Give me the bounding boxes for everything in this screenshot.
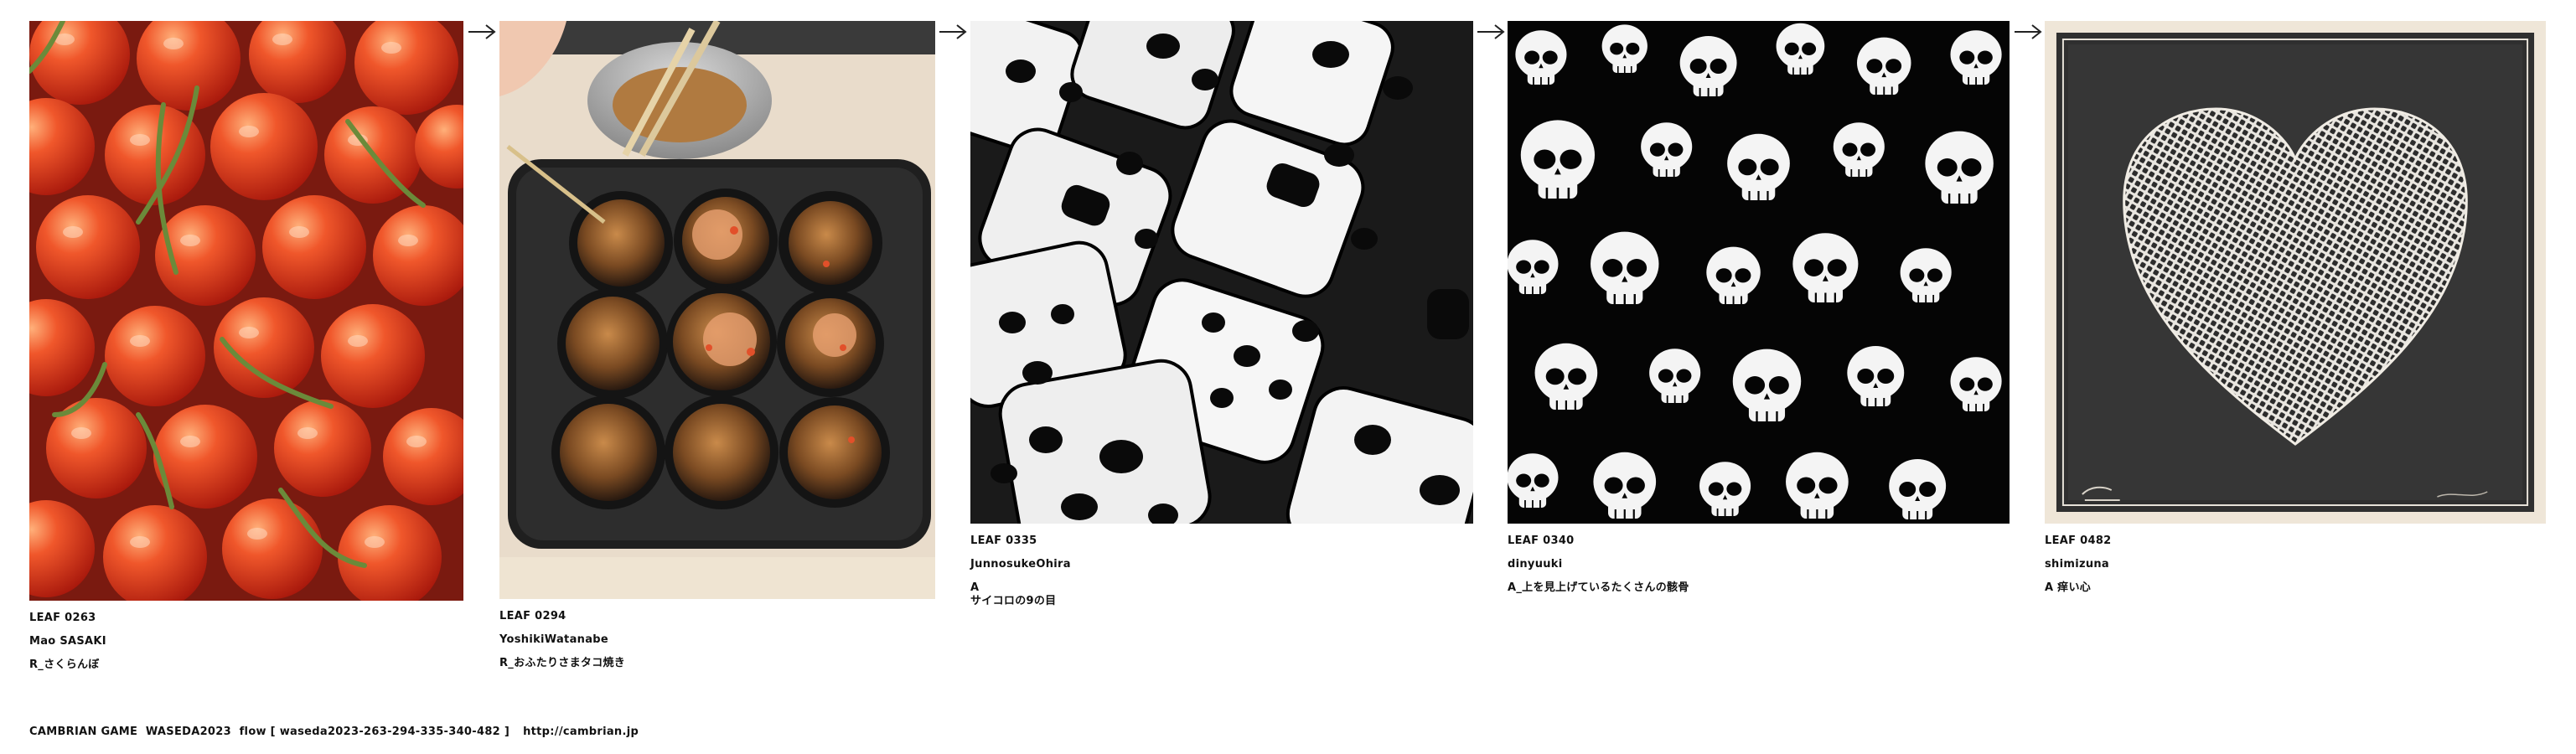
- flow-arrow-icon: [468, 23, 496, 40]
- takoyaki-illustration: [499, 21, 935, 599]
- skulls-illustration: [1508, 21, 2010, 524]
- dice-image[interactable]: [970, 21, 1473, 524]
- leaf-title: A_上を見上げているたくさんの骸骨: [1508, 581, 1689, 594]
- leaf-code: LEAF 0482: [2045, 535, 2112, 547]
- flow-arrow-icon: [1477, 23, 1505, 40]
- leaf-card-0340[interactable]: LEAF 0340 dinyuuki A_上を見上げているたくさんの骸骨: [1508, 21, 2010, 595]
- dice-illustration: [970, 21, 1473, 524]
- takoyaki-image[interactable]: [499, 21, 935, 599]
- leaf-author[interactable]: shimizuna: [2045, 558, 2546, 571]
- leaf-title-line-2: サイコロの9の目: [970, 595, 1057, 607]
- leaf-author[interactable]: JunnosukeOhira: [970, 558, 1473, 571]
- leaf-card-0335[interactable]: LEAF 0335 JunnosukeOhira A サイコロの9の目: [970, 21, 1473, 608]
- leaf-code: LEAF 0335: [970, 535, 1037, 547]
- heart-image[interactable]: [2045, 21, 2546, 524]
- footer-flow-label: CAMBRIAN GAME WASEDA2023 flow [ waseda20…: [29, 726, 510, 738]
- cherries-illustration: [29, 21, 463, 601]
- leaf-card-0263[interactable]: LEAF 0263 Mao SASAKI R_さくらんぼ: [29, 21, 463, 672]
- leaf-card-0482[interactable]: LEAF 0482 shimizuna A 痒い心: [2045, 21, 2546, 595]
- heart-illustration: [2045, 21, 2546, 524]
- leaf-author[interactable]: dinyuuki: [1508, 558, 2010, 571]
- leaf-author[interactable]: Mao SASAKI: [29, 635, 463, 648]
- leaf-author[interactable]: YoshikiWatanabe: [499, 633, 935, 647]
- skulls-image[interactable]: [1508, 21, 2010, 524]
- leaf-title: A 痒い心: [2045, 581, 2092, 594]
- leaf-title: R_さくらんぼ: [29, 658, 100, 671]
- leaf-code: LEAF 0294: [499, 610, 566, 622]
- leaf-title: A: [970, 581, 980, 594]
- leaf-card-0294[interactable]: LEAF 0294 YoshikiWatanabe R_おふたりさまタコ焼き: [499, 21, 935, 670]
- flow-arrow-icon: [939, 23, 967, 40]
- leaf-code: LEAF 0263: [29, 612, 96, 624]
- cherries-image[interactable]: [29, 21, 463, 601]
- leaf-code: LEAF 0340: [1508, 535, 1575, 547]
- flow-arrow-icon: [2014, 23, 2042, 40]
- cambrian-link[interactable]: http://cambrian.jp: [523, 726, 639, 738]
- leaf-title: R_おふたりさまタコ焼き: [499, 657, 626, 669]
- footer: CAMBRIAN GAME WASEDA2023 flow [ waseda20…: [29, 726, 639, 738]
